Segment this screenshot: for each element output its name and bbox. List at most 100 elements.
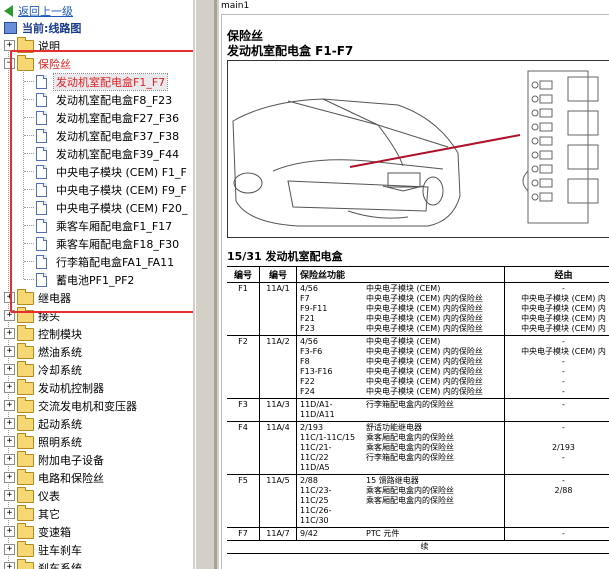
- fuse-function-cell-line: 中央电子模块 (CEM) 内的保险丝: [366, 387, 483, 396]
- table-row: F5 11A/5 2/88 11C/23-11C/25 11C/26-11C/30 15 …: [227, 474, 609, 528]
- tree-item-9[interactable]: + 起动系统: [0, 414, 193, 432]
- folder-icon: [17, 505, 34, 521]
- fuse-sub-cell-line: 11D/A5: [300, 463, 330, 472]
- fuse-sub-cell-line: F24: [300, 387, 315, 396]
- fuse-via-cell: - 中央电子模块 (CEM) 内----: [504, 335, 609, 399]
- fuse-via-cell-line: -: [562, 284, 565, 293]
- table-row: F2 11A/2 4/56 F3-F6 F8 F13-F16 F22 F24 中央电子模块 (C…: [227, 335, 609, 399]
- fuse-function-cell-line: 乘客厢配电盒内的保险丝: [366, 496, 454, 505]
- fuse-function-cell-line: 中央电子模块 (CEM): [366, 284, 441, 293]
- tree-item-label: 交流发电机和变压器: [38, 400, 137, 413]
- fuse-sub-cell-line: 11D/A1-11D/A11: [300, 400, 335, 419]
- tree-item-4[interactable]: + 控制模块: [0, 324, 193, 342]
- doc-subheading: 发动机室配电盒 F1-F7: [227, 44, 354, 58]
- fuse-via-cell-line: -: [562, 400, 565, 409]
- fuse-via-cell-line: -: [562, 357, 565, 366]
- tree-item-15[interactable]: + 变速箱: [0, 522, 193, 540]
- fuse-sub-cell-line: 11C/21-11C/22: [300, 443, 332, 462]
- expand-toggle-icon[interactable]: +: [4, 382, 15, 393]
- table-header-row: 编号 编号 保险丝功能 经由: [227, 266, 609, 283]
- fuse-via-cell-line: [508, 496, 609, 506]
- expand-toggle-icon[interactable]: +: [4, 508, 15, 519]
- expand-toggle-icon[interactable]: +: [4, 526, 15, 537]
- tree-item-13[interactable]: + 仪表: [0, 486, 193, 504]
- fuse-sub-cell-line: F22: [300, 377, 315, 386]
- fuse-sub-cell: 4/56 F3-F6 F8 F13-F16 F22 F24: [296, 335, 363, 399]
- table-row: F3 11A/3 11D/A1-11D/A11 行李箱配电盒内的保险丝 -: [227, 398, 609, 422]
- folder-icon: [17, 325, 34, 341]
- fuse-sub-cell: 9/42: [296, 527, 363, 541]
- tree-item-label: 控制模块: [38, 328, 82, 341]
- fuse-function-cell-line: 中央电子模块 (CEM) 内的保险丝: [366, 377, 483, 386]
- tree-item-12[interactable]: + 电路和保险丝: [0, 468, 193, 486]
- fuse-function-cell-line: 乘客厢配电盒内的保险丝: [366, 486, 454, 495]
- continued-note: 续: [227, 540, 609, 554]
- tree-item-11[interactable]: + 附加电子设备: [0, 450, 193, 468]
- expand-toggle-icon[interactable]: +: [4, 454, 15, 465]
- back-label: 返回上一级: [18, 5, 73, 18]
- tree-item-label: 其它: [38, 508, 60, 521]
- folder-icon: [17, 541, 34, 557]
- fuse-via-cell-line: -: [562, 377, 565, 386]
- expand-toggle-icon[interactable]: +: [4, 472, 15, 483]
- fuse-via-cell-line: -: [562, 337, 565, 346]
- tree-item-16[interactable]: + 驻车刹车: [0, 540, 193, 558]
- fuse-code-cell: 11A/4: [259, 421, 297, 475]
- fuse-code-cell: 11A/2: [259, 335, 297, 399]
- tree-item-17[interactable]: + 刹车系统: [0, 558, 193, 569]
- expand-toggle-icon[interactable]: +: [4, 544, 15, 555]
- fuse-via-cell-line: -: [562, 453, 565, 462]
- fuse-sub-cell-line: F23: [300, 324, 315, 333]
- fuse-via-cell-line: -: [562, 387, 565, 396]
- tree-item-5[interactable]: + 燃油系统: [0, 342, 193, 360]
- expand-toggle-icon[interactable]: +: [4, 490, 15, 501]
- fuse-function-cell-line: 乘客厢配电盒内的保险丝: [366, 443, 454, 452]
- fuse-sub-cell-line: F21: [300, 314, 315, 323]
- fuse-function-cell-line: 中央电子模块 (CEM) 内的保险丝: [366, 357, 483, 366]
- fuse-via-cell-line: -: [562, 529, 565, 538]
- expand-toggle-icon[interactable]: +: [4, 400, 15, 411]
- pane-splitter[interactable]: [193, 0, 219, 569]
- expand-toggle-icon[interactable]: +: [4, 328, 15, 339]
- fuse-function-cell-line: 行李箱配电盒内的保险丝: [366, 453, 454, 462]
- tree-item-6[interactable]: + 冷却系统: [0, 360, 193, 378]
- folder-icon: [17, 397, 34, 413]
- fuse-via-cell-line: 2/193: [551, 443, 576, 452]
- fuse-number-cell: F4: [227, 421, 260, 475]
- fuse-function-cell-line: 行李箱配电盒内的保险丝: [366, 400, 454, 409]
- fuse-via-cell-line: 中央电子模块 (CEM) 内: [521, 294, 606, 303]
- fuse-function-cell-line: 舒适功能继电器: [366, 423, 422, 432]
- section-title: 15/31 发动机室配电盒: [227, 250, 343, 263]
- col-header-code: 编号: [259, 266, 297, 283]
- engine-bay-illustration: [227, 60, 609, 238]
- table-row: F1 11A/1 4/56 F7 F9-F11 F21 F23 中央电子模块 (CEM) 中央电…: [227, 282, 609, 336]
- fuse-via-cell-line: -: [562, 367, 565, 376]
- table-row: F7 11A/7 9/42 PTC 元件 -: [227, 527, 609, 541]
- fuse-via-cell-line: 中央电子模块 (CEM) 内: [521, 304, 606, 313]
- expand-toggle-icon[interactable]: +: [4, 364, 15, 375]
- fuse-sub-cell-line: F13-F16: [300, 367, 333, 376]
- fuse-function-cell-line: 中央电子模块 (CEM) 内的保险丝: [366, 367, 483, 376]
- fuse-sub-cell: 11D/A1-11D/A11: [296, 398, 363, 422]
- tree-item-8[interactable]: + 交流发电机和变压器: [0, 396, 193, 414]
- tree-item-14[interactable]: + 其它: [0, 504, 193, 522]
- fuse-function-cell-line: 15 馈路继电器: [366, 476, 419, 485]
- fuse-sub-cell-line: 11C/1-11C/15: [300, 433, 356, 442]
- fuse-number-cell: F7: [227, 527, 260, 541]
- folder-icon: [17, 451, 34, 467]
- fuse-code-cell: 11A/1: [259, 282, 297, 336]
- tree-item-7[interactable]: + 发动机控制器: [0, 378, 193, 396]
- back-link[interactable]: 返回上一级: [4, 3, 73, 19]
- expand-toggle-icon[interactable]: +: [4, 346, 15, 357]
- fuse-function-cell-line: 乘客厢配电盒内的保险丝: [366, 433, 454, 442]
- folder-icon: [17, 343, 34, 359]
- folder-icon: [17, 433, 34, 449]
- expand-toggle-icon[interactable]: +: [4, 418, 15, 429]
- expand-toggle-icon[interactable]: +: [4, 562, 15, 569]
- fuse-function-cell-line: 中央电子模块 (CEM): [366, 337, 441, 346]
- fuse-sub-cell-line: 4/56: [300, 337, 318, 346]
- fuse-via-cell: -: [504, 527, 609, 541]
- highlight-box: [10, 50, 193, 313]
- tree-item-10[interactable]: + 照明系统: [0, 432, 193, 450]
- expand-toggle-icon[interactable]: +: [4, 436, 15, 447]
